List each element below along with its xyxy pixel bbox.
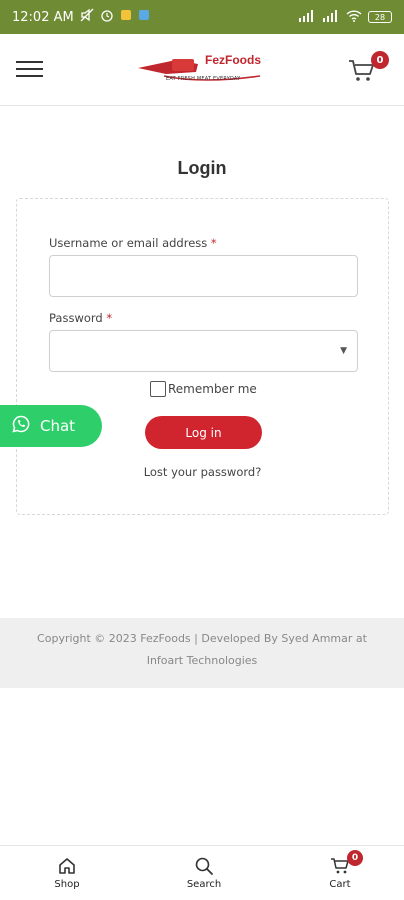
remember-me-label: Remember me (168, 382, 257, 396)
chat-label: Chat (40, 417, 76, 435)
nav-cart-badge: 0 (347, 850, 363, 866)
login-form: Username or email address * Password * ▼… (16, 198, 389, 515)
menu-icon[interactable] (16, 61, 43, 79)
home-icon (32, 856, 102, 876)
footer-copyright: Copyright © 2023 FezFoods | Developed By… (37, 632, 367, 667)
cart-icon (348, 60, 376, 86)
nav-shop-label: Shop (54, 879, 80, 890)
header-cart-button[interactable]: 0 (348, 51, 389, 86)
brand-logo[interactable]: FezFoods EAT FRESH MEAT EVERYDAY (136, 50, 270, 90)
footer: Copyright © 2023 FezFoods | Developed By… (0, 618, 404, 688)
remember-me[interactable]: Remember me (150, 381, 257, 397)
nav-shop[interactable]: Shop (32, 856, 102, 890)
password-label: Password * (49, 311, 112, 325)
battery-icon: 28 (368, 11, 392, 23)
login-button[interactable]: Log in (145, 416, 262, 449)
show-password-icon[interactable]: ▼ (340, 346, 347, 356)
whatsapp-chat-button[interactable]: Chat (0, 405, 102, 447)
cart-icon (305, 856, 375, 876)
username-input[interactable] (50, 256, 357, 296)
required-mark: * (106, 311, 113, 325)
search-icon (169, 856, 239, 876)
bottom-nav: Shop Search 0 Cart (0, 845, 404, 900)
wifi-icon (346, 9, 362, 25)
password-label-text: Password (49, 311, 103, 325)
brand-tagline: EAT FRESH MEAT EVERYDAY (166, 76, 241, 82)
mute-icon (80, 8, 94, 26)
username-label: Username or email address * (49, 236, 217, 250)
status-bar: 12:02 AM 28 (0, 0, 404, 34)
nav-cart-label: Cart (329, 879, 351, 890)
notification-icon (120, 9, 132, 25)
nav-cart[interactable]: 0 Cart (305, 850, 375, 890)
status-time: 12:02 AM (12, 9, 74, 25)
app-notification-icon (138, 9, 150, 25)
cart-count-badge: 0 (371, 51, 389, 69)
nav-search-label: Search (186, 879, 222, 890)
password-input[interactable] (50, 331, 357, 371)
nav-search[interactable]: Search (169, 856, 239, 890)
signal-icon (298, 9, 316, 25)
whatsapp-icon (12, 415, 30, 437)
site-header: FezFoods EAT FRESH MEAT EVERYDAY 0 (0, 34, 404, 106)
brand-name: FezFoods (205, 53, 261, 67)
signal-icon-2 (322, 9, 340, 25)
password-field[interactable]: ▼ (49, 330, 358, 372)
lost-password-link[interactable]: Lost your password? (17, 465, 388, 479)
page-title: Login (177, 158, 227, 178)
remember-me-checkbox[interactable] (150, 381, 166, 397)
alarm-icon (100, 8, 114, 26)
username-label-text: Username or email address (49, 236, 208, 250)
required-mark: * (210, 236, 217, 250)
username-field[interactable] (49, 255, 358, 297)
battery-level: 28 (374, 12, 386, 22)
